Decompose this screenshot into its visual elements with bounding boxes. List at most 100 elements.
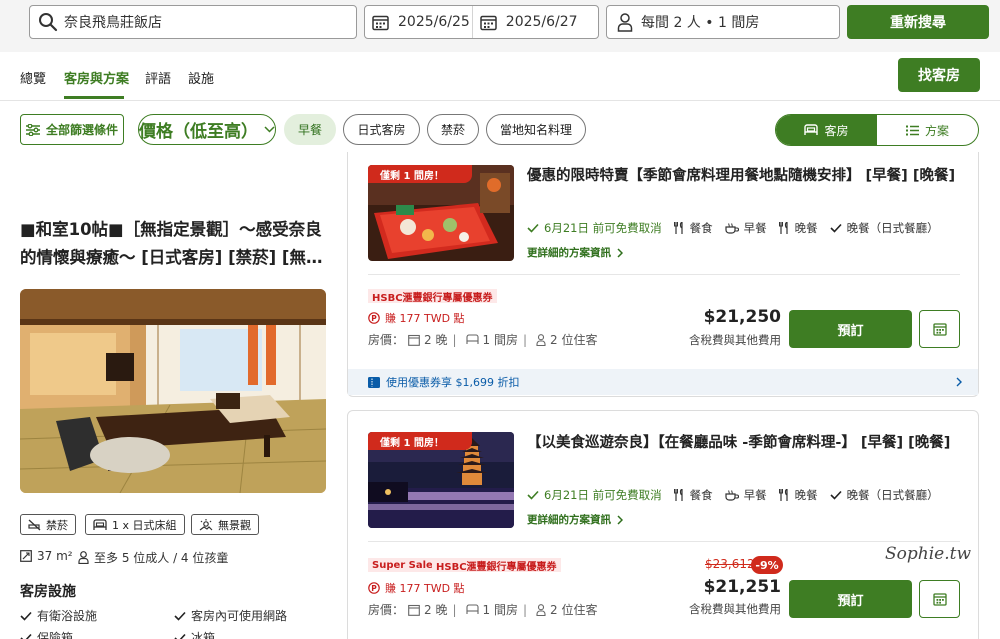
plan-photo[interactable]: 僅剩 1 間房！ [368, 432, 514, 528]
filter-chip-japanese-room[interactable]: 日式客房 [343, 114, 420, 145]
more-plan-info-label: 更詳細的方案資訊 [527, 514, 611, 526]
room-title: ■和室10帖■［無指定景觀］～感受奈良的情懷與療癒～ [日式客房] [禁菸] [… [20, 220, 323, 267]
toggle-rooms[interactable]: 客房 [776, 115, 877, 145]
amenity-label: 保險箱 [37, 631, 74, 639]
dinner-label: 晚餐 [794, 221, 818, 235]
filter-chip-non-smoking[interactable]: 禁菸 [427, 114, 479, 145]
plan-title[interactable]: 優惠的限時特賣【季節會席料理用餐地點隨機安排】 [早餐] [晚餐] [527, 165, 959, 188]
rooms-label: 1 間房 [482, 333, 518, 347]
all-filters-button[interactable]: 全部篩選條件 [20, 114, 124, 145]
calendar-button[interactable] [919, 310, 960, 348]
date-range-field[interactable]: 2025/6/25 2025/6/27 [364, 5, 599, 39]
card-divider [368, 274, 960, 275]
amenity-item: 客房內可使用網路 [174, 607, 287, 624]
tab-facilities[interactable]: 設施 [188, 68, 214, 87]
price-sort-dropdown[interactable]: 價格（低至高） [138, 114, 276, 145]
more-plan-info-link[interactable]: 更詳細的方案資訊 [527, 512, 623, 527]
toggle-plans-label: 方案 [924, 123, 949, 138]
tag-view: 無景觀 [191, 514, 259, 535]
free-cancel: 6月21日 前可免費取消 [527, 220, 662, 236]
plan-photo[interactable]: 僅剩 1 間房！ [368, 165, 514, 261]
calendar-button[interactable] [919, 580, 960, 618]
rooms-left-ribbon: 僅剩 1 間房！ [368, 432, 472, 450]
dinner-info: 晚餐 [778, 220, 818, 236]
checkin-value: 2025/6/25 [398, 14, 470, 30]
amenity-item: 冰箱 [174, 629, 215, 639]
room-capacity: 至多 5 位成人 / 4 位孩童 [78, 549, 228, 566]
dinner-info: 晚餐 [778, 487, 818, 503]
separator: | [522, 332, 528, 347]
guests-field[interactable]: 每間 2 人 • 1 間房 [606, 5, 840, 39]
person-icon [536, 333, 546, 346]
breakfast-label: 早餐 [743, 221, 767, 235]
people-label: 2 位住客 [550, 333, 598, 347]
bed-icon [465, 604, 479, 615]
breakfast-label: 早餐 [743, 488, 767, 502]
list-icon [905, 125, 919, 136]
book-button[interactable]: 預訂 [789, 580, 912, 618]
more-plan-info-link[interactable]: 更詳細的方案資訊 [527, 245, 623, 260]
filter-chip-local-cuisine[interactable]: 當地知名料理 [486, 114, 586, 145]
person-icon [78, 551, 89, 564]
tab-rooms-plans[interactable]: 客房與方案 [64, 68, 129, 87]
price-prefix: 房價： [368, 333, 405, 347]
checkin-date[interactable]: 2025/6/25 [365, 6, 470, 38]
view-toggle: 客房 方案 [775, 114, 979, 146]
meal-info: 餐食 [673, 220, 713, 236]
price-prefix: 房價： [368, 603, 405, 617]
amenity-label: 客房內可使用網路 [191, 609, 288, 623]
more-plan-info-label: 更詳細的方案資訊 [527, 247, 611, 259]
plan-title[interactable]: 【以美食巡遊奈良】【在餐廳品味 -季節會席料理-】 [早餐] [晚餐] [527, 432, 959, 455]
chevron-right-icon [617, 247, 623, 258]
destination-field[interactable]: 奈良飛鳥莊飯店 [29, 5, 357, 39]
utensils-icon [778, 222, 790, 234]
plan-card: 僅剩 1 間房！ 【以美食巡遊奈良】【在餐廳品味 -季節會席料理-】 [早餐] … [347, 410, 979, 639]
find-room-button[interactable]: 找客房 [898, 58, 980, 92]
nav-divider [0, 100, 1000, 101]
price-breakdown: 房價： 2 晚 | 1 間房 | 2 位住客 [368, 331, 597, 348]
svg-text:P: P [371, 584, 377, 593]
research-button[interactable]: 重新搜尋 [847, 5, 989, 39]
chevron-right-icon [617, 514, 623, 525]
check-icon [20, 633, 32, 639]
plan-card: 僅剩 1 間房！ 優惠的限時特賣【季節會席料理用餐地點隨機安排】 [早餐] [晚… [347, 152, 979, 397]
active-tab-indicator [64, 96, 124, 99]
calendar-icon [480, 14, 497, 31]
reward-points: P 賺 177 TWD 點 [368, 580, 465, 596]
book-button[interactable]: 預訂 [789, 310, 912, 348]
breakfast-info: 早餐 [725, 487, 767, 503]
breakfast-icon [725, 222, 739, 234]
utensils-icon [778, 489, 790, 501]
super-sale-badge: Super Sale [368, 558, 437, 572]
room-photo[interactable] [20, 289, 326, 493]
free-cancel-label: 6月21日 前可免費取消 [544, 488, 662, 502]
breakfast-info: 早餐 [725, 220, 767, 236]
tax-note: 含稅費與其他費用 [689, 333, 781, 347]
check-icon [20, 611, 32, 621]
checkout-date[interactable]: 2025/6/27 [471, 6, 578, 38]
filter-chip-breakfast[interactable]: 早餐 [284, 114, 336, 145]
tab-reviews[interactable]: 評語 [145, 68, 171, 87]
destination-value: 奈良飛鳥莊飯店 [64, 15, 162, 31]
check-icon [174, 611, 186, 621]
meal-label: 餐食 [689, 221, 713, 235]
coupon-banner[interactable]: 使用優惠券享 $1,699 折扣 [348, 369, 978, 395]
separator: | [452, 332, 457, 347]
amenity-label: 冰箱 [191, 631, 216, 639]
original-price: $23,612 [705, 557, 755, 571]
price-breakdown: 房價： 2 晚 | 1 間房 | 2 位住客 [368, 601, 597, 618]
meal-info: 餐食 [673, 487, 713, 503]
hsbc-coupon-badge: HSBC滙豐銀行專屬優惠券 [368, 289, 497, 304]
amenity-label: 有衛浴設施 [37, 609, 98, 623]
utensils-icon [673, 489, 685, 501]
dinner-place: 晚餐（日式餐廳） [830, 220, 939, 236]
search-icon [38, 12, 58, 32]
hsbc-coupon-badge: HSBC滙豐銀行專屬優惠券 [432, 558, 561, 573]
tab-overview[interactable]: 總覽 [20, 68, 46, 87]
price-sort-label: 價格（低至高） [139, 122, 258, 142]
check-icon [527, 490, 539, 500]
free-cancel: 6月21日 前可免費取消 [527, 487, 662, 503]
search-bar: 奈良飛鳥莊飯店 2025/6/25 2025/6/27 每間 2 人 • 1 間… [0, 0, 1000, 52]
toggle-plans[interactable]: 方案 [877, 115, 978, 145]
nights-label: 2 晚 [424, 603, 448, 617]
